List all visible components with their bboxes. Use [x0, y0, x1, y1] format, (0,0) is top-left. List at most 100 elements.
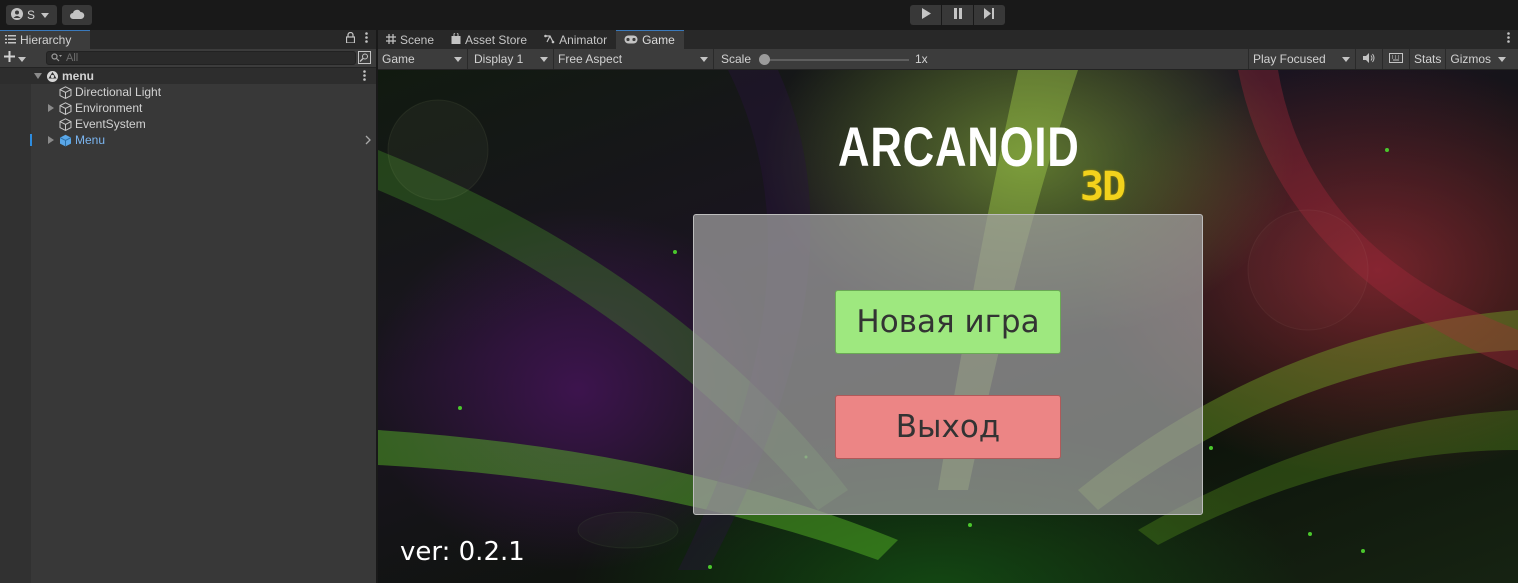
chevron-down-icon: [540, 57, 548, 62]
lock-icon[interactable]: [345, 31, 356, 46]
tab-hierarchy[interactable]: Hierarchy: [0, 30, 90, 49]
kebab-menu-icon[interactable]: [363, 70, 366, 84]
main-toolbar: S: [0, 0, 1518, 30]
pause-icon: [953, 8, 963, 22]
main-menu-panel: Новая игра Выход: [693, 214, 1203, 515]
pause-button[interactable]: [942, 5, 973, 25]
gameobject-cube-icon: [59, 85, 72, 99]
hierarchy-item-environment[interactable]: Environment: [0, 100, 376, 116]
play-button[interactable]: [910, 5, 941, 25]
cloud-icon: [69, 8, 85, 22]
hierarchy-tab-label: Hierarchy: [20, 33, 72, 47]
scene-filter-icon[interactable]: [358, 51, 371, 67]
hierarchy-tabbar: Hierarchy: [0, 30, 376, 49]
search-icon: [51, 51, 62, 65]
chevron-down-icon: [1498, 57, 1507, 62]
collapsed-arrow-icon[interactable]: [46, 104, 56, 112]
step-button[interactable]: [974, 5, 1005, 25]
game-view-toolbar: Game Display 1 Free Aspect Scale 1x Play…: [378, 49, 1518, 70]
cloud-button[interactable]: [62, 5, 92, 25]
prefab-override-marker: [30, 134, 32, 146]
grid-icon: [386, 33, 396, 47]
chevron-down-icon: [18, 51, 26, 65]
editor-dock: Scene Asset Store Animator Game Game Dis…: [378, 30, 1518, 583]
scale-value: 1x: [915, 52, 928, 66]
unity-scene-icon: [46, 70, 59, 83]
stats-button[interactable]: Stats: [1409, 49, 1445, 69]
gameobject-cube-icon: [59, 117, 72, 131]
chevron-down-icon: [1342, 57, 1350, 62]
hierarchy-item-menu-prefab[interactable]: Menu: [0, 132, 376, 148]
prefab-cube-icon: [59, 134, 72, 147]
hierarchy-scene-root[interactable]: menu: [0, 68, 376, 84]
create-button[interactable]: [0, 51, 36, 65]
account-dropdown[interactable]: S: [6, 5, 57, 25]
speaker-icon: [1363, 52, 1375, 66]
keyboard-icon: [1389, 52, 1403, 66]
chevron-right-icon[interactable]: [365, 134, 371, 148]
hierarchy-search-field[interactable]: [46, 51, 356, 65]
display-dropdown[interactable]: Display 1: [470, 49, 554, 69]
aspect-dropdown[interactable]: Free Aspect: [554, 49, 714, 69]
scale-slider-handle[interactable]: [759, 54, 770, 65]
scale-label: Scale: [721, 52, 752, 66]
tab-animator[interactable]: Animator: [536, 30, 616, 49]
display-label: Display 1: [474, 52, 524, 66]
hierarchy-item-eventsystem[interactable]: EventSystem: [0, 116, 376, 132]
chevron-down-icon: [454, 57, 462, 62]
version-label: ver: 0.2.1: [400, 537, 525, 567]
scene-root-name: menu: [62, 69, 95, 83]
view-type-label: Game: [382, 52, 415, 66]
hierarchy-item-label: EventSystem: [75, 117, 146, 131]
expanded-arrow-icon[interactable]: [33, 73, 43, 79]
mute-audio-button[interactable]: [1355, 49, 1382, 69]
gizmos-label: Gizmos: [1450, 52, 1492, 66]
hierarchy-panel: Hierarchy menu: [0, 30, 376, 583]
step-icon: [984, 8, 995, 22]
tab-animator-label: Animator: [559, 32, 608, 47]
view-type-dropdown[interactable]: Game: [378, 49, 468, 69]
shortcuts-button[interactable]: [1382, 49, 1409, 69]
kebab-menu-icon[interactable]: [1507, 32, 1510, 46]
aspect-label: Free Aspect: [558, 52, 623, 66]
tab-scene[interactable]: Scene: [378, 30, 443, 49]
tab-game-label: Game: [642, 33, 675, 47]
dock-tabbar: Scene Asset Store Animator Game: [378, 30, 1518, 49]
hierarchy-search-input[interactable]: [66, 52, 346, 64]
tab-asset-store-label: Asset Store: [465, 32, 528, 47]
bag-icon: [451, 31, 461, 47]
exit-button[interactable]: Выход: [835, 395, 1061, 459]
play-mode-label: Play Focused: [1253, 52, 1326, 66]
tab-asset-store[interactable]: Asset Store: [443, 30, 536, 49]
plus-icon: [4, 51, 15, 65]
play-controls: [910, 5, 1005, 25]
account-icon: [11, 7, 23, 23]
game-title: ARCANOID: [838, 115, 1080, 178]
hierarchy-search-row: [0, 49, 376, 68]
scale-slider-track[interactable]: [763, 59, 909, 61]
gameobject-cube-icon: [59, 101, 72, 115]
game-viewport[interactable]: ARCANOID 3D Новая игра Выход ver: 0.2.1: [378, 70, 1518, 583]
collapsed-arrow-icon[interactable]: [46, 136, 56, 144]
tab-scene-label: Scene: [400, 32, 435, 47]
game-view-right-controls: Play Focused Stats Gizmos: [1248, 49, 1509, 69]
hierarchy-tab-actions: [345, 31, 368, 46]
animator-icon: [544, 33, 555, 47]
chevron-down-icon: [41, 12, 50, 18]
gamepad-icon: [624, 33, 638, 47]
new-game-button[interactable]: Новая игра: [835, 290, 1061, 354]
game-title-suffix: 3D: [1080, 164, 1126, 210]
chevron-down-icon: [700, 57, 708, 62]
play-icon: [921, 8, 931, 22]
play-mode-dropdown[interactable]: Play Focused: [1248, 49, 1355, 69]
hierarchy-item-label: Menu: [75, 133, 106, 147]
hierarchy-item-label: Environment: [75, 101, 143, 115]
hierarchy-tree: menu Directional Light Environment Event…: [0, 68, 376, 583]
account-label: S: [27, 8, 36, 22]
gizmos-dropdown[interactable]: Gizmos: [1445, 49, 1509, 69]
list-icon: [5, 33, 16, 47]
kebab-menu-icon[interactable]: [365, 32, 368, 46]
tab-game[interactable]: Game: [616, 30, 684, 49]
hierarchy-item-directional-light[interactable]: Directional Light: [0, 84, 376, 100]
hierarchy-item-label: Directional Light: [75, 85, 162, 99]
